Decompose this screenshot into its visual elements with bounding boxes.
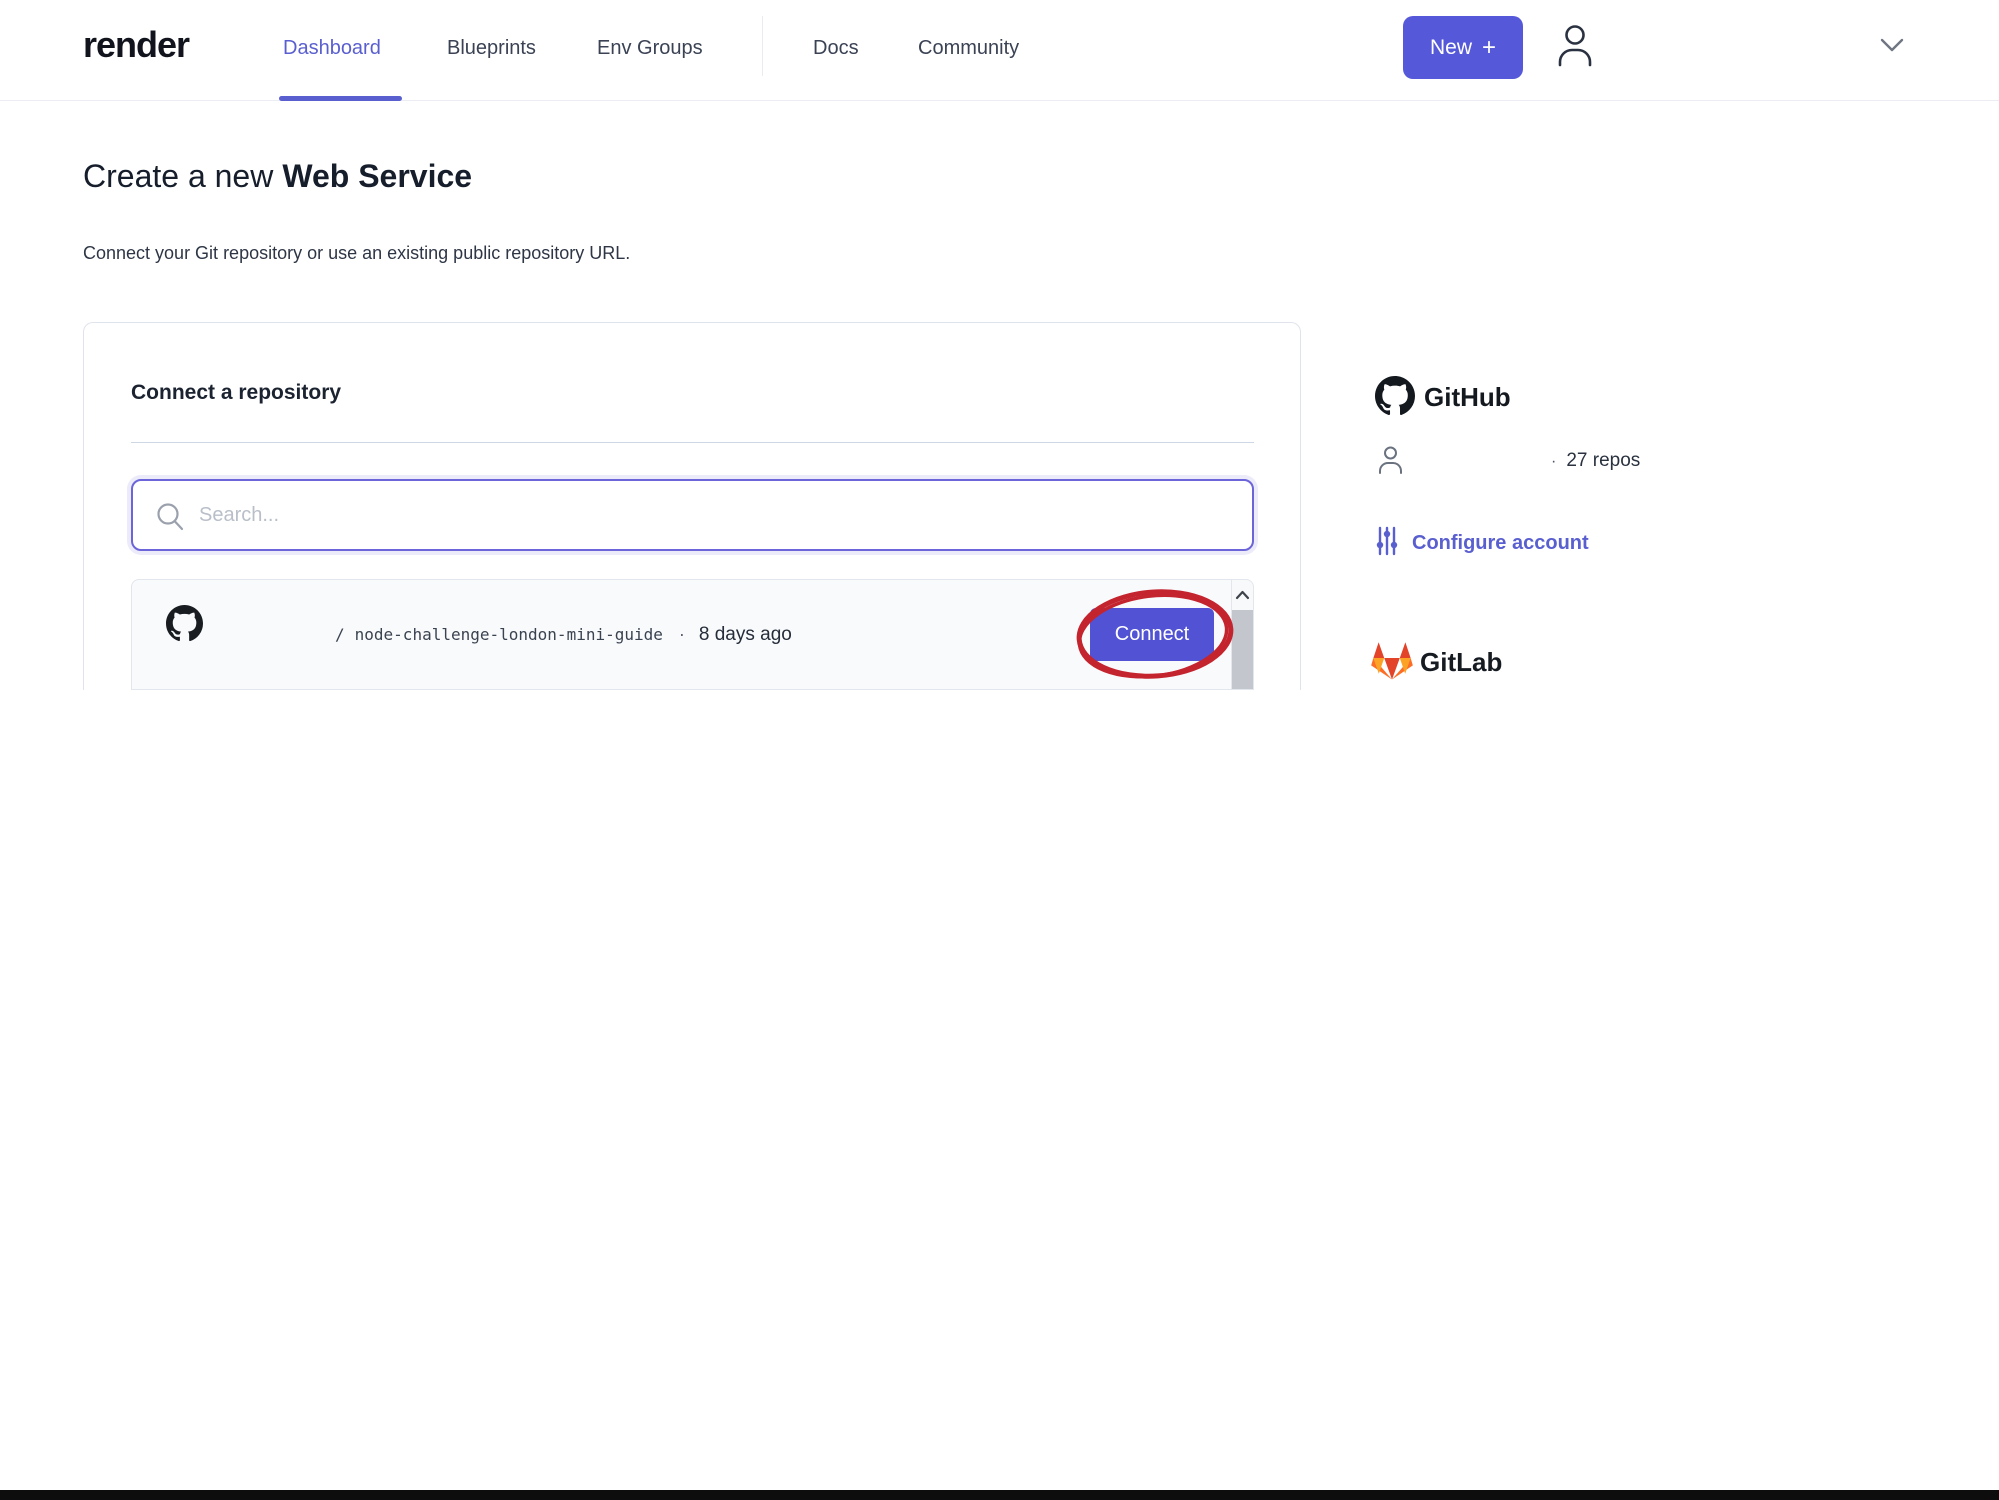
repo-list: / node-challenge-london-mini-guide · 8 d… <box>131 579 1254 690</box>
connect-repository-card: Connect a repository / node- <box>83 322 1301 690</box>
new-button[interactable]: New + <box>1403 16 1523 79</box>
user-avatar-button[interactable] <box>1550 20 1600 74</box>
scrollbar-up-button[interactable] <box>1232 580 1253 610</box>
nav-link-blueprints[interactable]: Blueprints <box>447 37 536 60</box>
account-menu-button[interactable] <box>1872 30 1912 62</box>
page: render Dashboard Blueprints Env Groups D… <box>0 0 1999 1500</box>
nav-link-community[interactable]: Community <box>918 37 1019 60</box>
scrollbar-thumb[interactable] <box>1232 610 1253 689</box>
github-icon <box>1375 376 1415 421</box>
sliders-icon <box>1376 526 1398 561</box>
repo-search-box <box>131 479 1254 551</box>
gitlab-icon <box>1371 641 1413 686</box>
repo-name: node-challenge-london-mini-guide <box>354 625 663 644</box>
chevron-down-icon <box>1879 38 1905 56</box>
person-icon <box>1377 445 1404 480</box>
repo-path-prefix: / <box>335 625 345 644</box>
github-section-title: GitHub <box>1424 382 1511 412</box>
repo-description: / node-challenge-london-mini-guide · 8 d… <box>335 580 792 689</box>
repo-separator-dot: · <box>678 624 685 644</box>
github-repo-count: · 27 repos <box>1551 450 1640 472</box>
card-header: Connect a repository <box>131 381 342 404</box>
repo-count-text: 27 repos <box>1566 450 1641 471</box>
gitlab-section-title: GitLab <box>1420 647 1503 677</box>
search-input[interactable] <box>199 483 1239 547</box>
new-button-label: New <box>1429 35 1472 59</box>
page-title: Create a new Web Service <box>83 158 472 195</box>
person-icon <box>1552 24 1598 74</box>
repo-list-scrollbar[interactable] <box>1231 580 1253 689</box>
bullet-dot: · <box>1551 453 1557 470</box>
nav-divider <box>762 16 763 76</box>
page-title-bold: Web Service <box>282 158 473 194</box>
card-header-divider <box>131 442 1254 443</box>
repo-updated-time: 8 days ago <box>698 623 792 645</box>
chevron-up-icon <box>1235 588 1250 603</box>
nav-link-dashboard[interactable]: Dashboard <box>283 37 381 60</box>
bottom-black-bar <box>0 1490 1999 1500</box>
nav-link-env-groups[interactable]: Env Groups <box>597 37 703 60</box>
nav-link-docs[interactable]: Docs <box>813 37 859 60</box>
active-tab-underline <box>279 96 402 101</box>
connect-button[interactable]: Connect <box>1090 608 1214 661</box>
render-logo[interactable]: render <box>83 24 190 66</box>
configure-account-link[interactable]: Configure account <box>1376 526 1589 561</box>
top-nav: render Dashboard Blueprints Env Groups D… <box>0 0 1999 101</box>
page-subtitle: Connect your Git repository or use an ex… <box>83 243 631 263</box>
github-icon <box>166 605 203 647</box>
page-title-regular: Create a new <box>83 158 274 194</box>
configure-account-label: Configure account <box>1412 532 1589 554</box>
plus-icon: + <box>1482 33 1497 61</box>
